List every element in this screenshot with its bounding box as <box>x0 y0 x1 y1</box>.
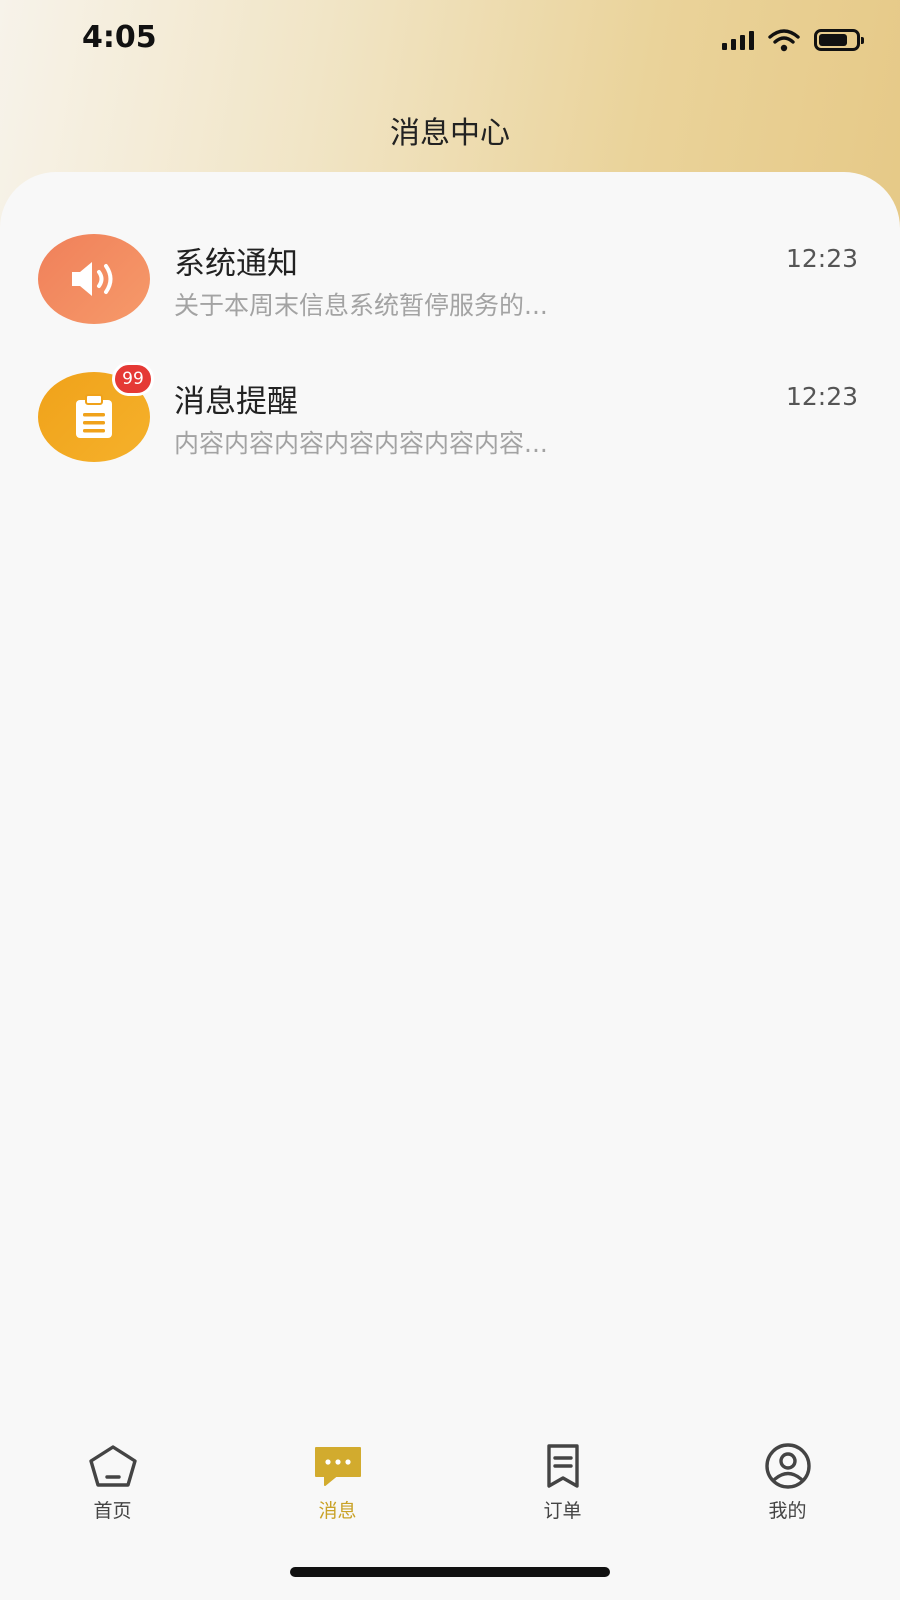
signal-icon <box>722 30 754 50</box>
battery-icon <box>814 29 864 51</box>
tab-home[interactable]: 首页 <box>0 1430 225 1540</box>
message-item-system-notice[interactable]: 系统通知 关于本周末信息系统暂停服务的... 12:23 <box>0 228 900 328</box>
message-item-reminder[interactable]: 99 消息提醒 内容内容内容内容内容内容内容... 12:23 <box>0 362 900 466</box>
clipboard-icon <box>76 394 112 438</box>
tab-label: 消息 <box>318 1500 357 1522</box>
profile-icon <box>760 1442 816 1490</box>
status-bar: 4:05 <box>0 0 900 80</box>
message-title: 系统通知 <box>174 246 298 282</box>
message-preview: 内容内容内容内容内容内容内容... <box>174 429 548 458</box>
bottom-tab-bar: 首页 消息 订单 我的 <box>0 1430 900 1540</box>
status-icons <box>722 28 864 52</box>
message-time: 12:23 <box>785 244 858 273</box>
order-icon <box>535 1442 591 1490</box>
tab-label: 我的 <box>768 1500 807 1522</box>
speaker-icon <box>72 262 113 296</box>
message-time: 12:23 <box>785 382 858 411</box>
unread-badge: 99 <box>112 362 154 396</box>
home-icon <box>85 1442 141 1490</box>
status-time: 4:05 <box>82 20 157 55</box>
tab-profile[interactable]: 我的 <box>675 1430 900 1540</box>
message-preview: 关于本周末信息系统暂停服务的... <box>174 291 548 320</box>
page-title: 消息中心 <box>390 116 510 151</box>
tab-label: 订单 <box>543 1500 582 1522</box>
tab-label: 首页 <box>93 1500 132 1522</box>
tab-orders[interactable]: 订单 <box>450 1430 675 1540</box>
tab-messages[interactable]: 消息 <box>225 1430 450 1540</box>
home-indicator[interactable] <box>290 1567 610 1577</box>
wifi-icon <box>768 29 800 52</box>
message-list-card: 系统通知 关于本周末信息系统暂停服务的... 12:23 99 消息提醒 内容内… <box>0 172 900 1600</box>
chat-icon <box>310 1442 366 1490</box>
message-avatar <box>38 234 150 324</box>
message-title: 消息提醒 <box>174 384 298 420</box>
